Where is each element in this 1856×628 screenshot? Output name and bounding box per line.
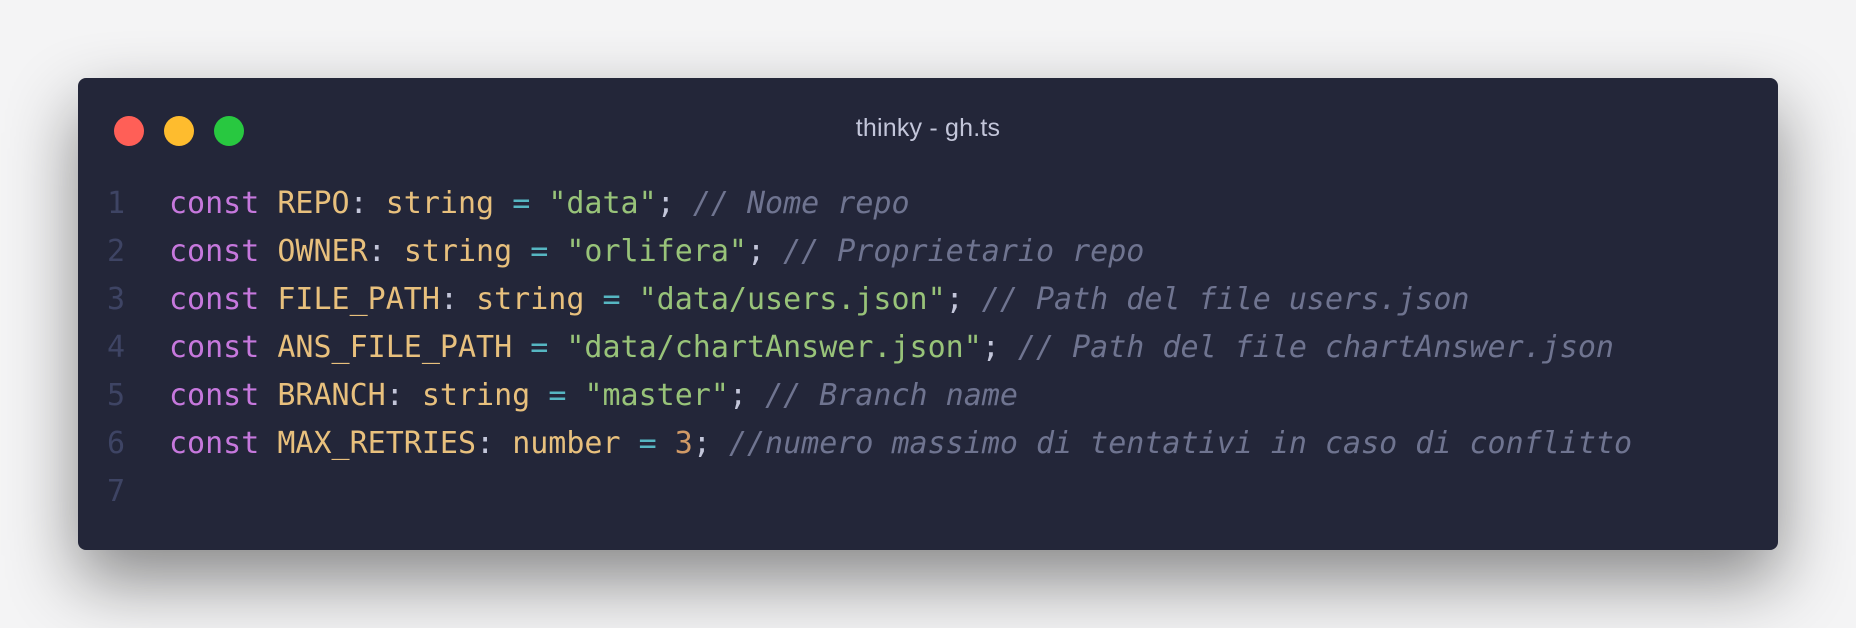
code-token: BRANCH <box>277 378 386 413</box>
code-token: "data/chartAnswer.json" <box>566 330 982 365</box>
code-token: // Path del file users.json <box>981 282 1470 317</box>
code-token: const <box>169 378 260 413</box>
code-token: ANS_FILE_PATH <box>277 330 513 365</box>
code-token: = <box>512 186 531 221</box>
line-number: 3 <box>106 282 126 317</box>
code-token: MAX_RETRIES <box>277 426 477 461</box>
line-number: 2 <box>106 234 126 269</box>
code-line[interactable]: 6 const MAX_RETRIES: number = 3; //numero… <box>78 420 1778 468</box>
code-token: string <box>385 186 495 221</box>
code-token: "master" <box>584 378 729 413</box>
code-token: "orlifera" <box>566 234 747 269</box>
code-token: // Nome repo <box>692 186 910 221</box>
code-token: ; <box>747 234 784 269</box>
code-line[interactable]: 2 const OWNER: string = "orlifera"; // Pr… <box>78 228 1778 276</box>
code-token: : <box>349 186 386 221</box>
code-token: "data" <box>548 186 657 221</box>
code-token: ; <box>981 330 1018 365</box>
code-token: ; <box>728 378 766 413</box>
line-number: 6 <box>106 426 126 461</box>
code-line[interactable]: 1 const REPO: string = "data"; // Nome re… <box>78 180 1778 228</box>
code-token: : <box>367 234 404 269</box>
code-token: // Proprietario repo <box>783 234 1145 269</box>
code-token: REPO <box>277 186 350 221</box>
code-token: = <box>602 282 621 317</box>
code-token: "data/users.json" <box>638 282 946 317</box>
code-token: FILE_PATH <box>277 282 440 317</box>
code-token: const <box>169 282 260 317</box>
code-token: string <box>421 378 531 413</box>
code-token: string <box>476 282 585 317</box>
code-token: // Branch name <box>765 378 1018 413</box>
code-token: OWNER <box>277 234 368 269</box>
code-token: : <box>439 282 477 317</box>
code-token: const <box>169 426 260 461</box>
code-token: ; <box>945 282 982 317</box>
code-token: const <box>169 186 260 221</box>
code-line[interactable]: 7 <box>78 468 1778 516</box>
window-title: thinky - gh.ts <box>855 114 1001 142</box>
code-line[interactable]: 5 const BRANCH: string = "master"; // Bra… <box>78 372 1778 420</box>
line-number: 5 <box>106 378 126 413</box>
code-text: const OWNER: string = "orlifera"; // Pro… <box>169 228 1144 276</box>
code-token: //numero massimo di tentativi in caso di… <box>728 426 1633 461</box>
code-token: = <box>530 330 549 365</box>
code-text: const MAX_RETRIES: number = 3; //numero … <box>169 420 1632 468</box>
code-token: ; <box>656 186 693 221</box>
code-text: const FILE_PATH: string = "data/users.js… <box>169 276 1469 324</box>
code-token: : <box>385 378 422 413</box>
code-token: = <box>638 426 657 461</box>
code-token: const <box>169 330 260 365</box>
line-number: 1 <box>106 186 126 221</box>
code-token: : <box>476 426 513 461</box>
code-token: = <box>548 378 567 413</box>
code-text: const BRANCH: string = "master"; // Bran… <box>169 372 1018 420</box>
title-bar: thinky - gh.ts <box>78 78 1778 188</box>
code-token: 3 <box>674 426 693 461</box>
code-window: thinky - gh.ts 1 const REPO: string = "da… <box>78 78 1778 550</box>
code-line[interactable]: 4 const ANS_FILE_PATH = "data/chartAnswer… <box>78 324 1778 372</box>
code-token: const <box>169 234 260 269</box>
code-token: string <box>403 234 513 269</box>
code-line[interactable]: 3 const FILE_PATH: string = "data/users.j… <box>78 276 1778 324</box>
code-text: const REPO: string = "data"; // Nome rep… <box>169 180 910 228</box>
code-token: number <box>512 426 621 461</box>
line-number: 7 <box>106 474 126 509</box>
code-text: const ANS_FILE_PATH = "data/chartAnswer.… <box>169 324 1614 372</box>
code-token: ; <box>692 426 729 461</box>
code-token: = <box>530 234 549 269</box>
code-token: // Path del file chartAnswer.json <box>1017 330 1614 365</box>
line-number: 4 <box>106 330 126 365</box>
code-editor[interactable]: 1 const REPO: string = "data"; // Nome re… <box>78 180 1778 516</box>
